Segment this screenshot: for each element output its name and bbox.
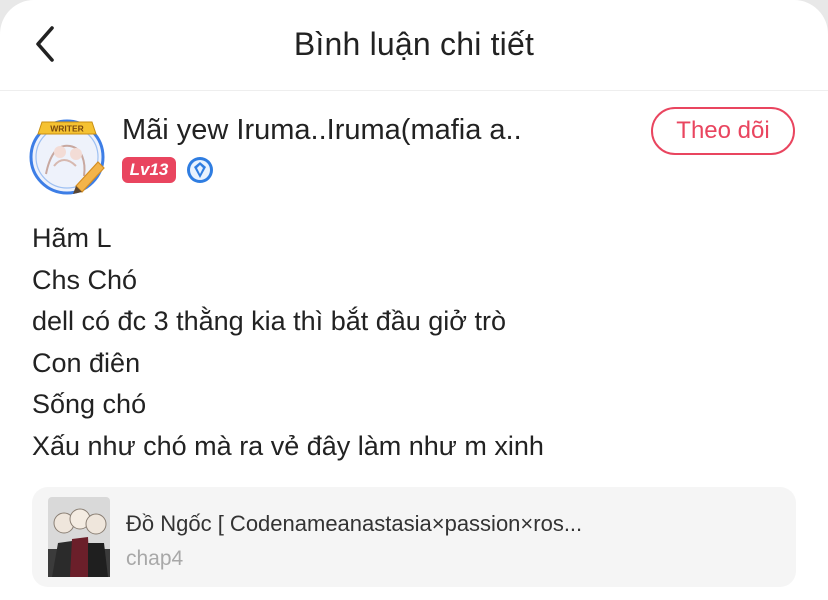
comment-line: Hãm L xyxy=(32,223,112,253)
page-title: Bình luận chi tiết xyxy=(293,26,535,62)
follow-button[interactable]: Theo dõi xyxy=(651,107,795,155)
comment-line: Xấu như chó mà ra vẻ đây làm như m xinh xyxy=(32,430,544,461)
comment-line: Chs Chó xyxy=(32,264,138,295)
username[interactable]: Mãi yew Iruma..Iruma(mafia a... xyxy=(122,114,522,147)
screen: Bình luận chi tiết WRITER Mãi yew Iruma.… xyxy=(0,0,828,600)
level-badge: Lv13 xyxy=(122,157,176,183)
avatar[interactable]: WRITER xyxy=(24,114,110,200)
comment-line: dell có đc 3 thằng kia thì bắt đầu giở t… xyxy=(32,306,507,337)
story-card[interactable]: Đồ Ngốc [ Codenameanastasia×passion×ros.… xyxy=(32,487,796,587)
writer-badge: WRITER xyxy=(50,124,84,134)
comment-line: Sống chó xyxy=(32,389,147,420)
story-title: Đồ Ngốc [ Codenameanastasia×passion×ros.… xyxy=(126,511,583,536)
story-cover-image xyxy=(48,497,110,577)
story-chapter: chap4 xyxy=(126,547,184,570)
top-bar: Bình luận chi tiết xyxy=(0,0,828,91)
comment-text: Hãm L Chs Chó dell có đc 3 thằng kia thì… xyxy=(32,218,802,468)
comment-line: Con điên xyxy=(32,347,141,378)
blue-shield-rank-icon xyxy=(186,156,214,184)
